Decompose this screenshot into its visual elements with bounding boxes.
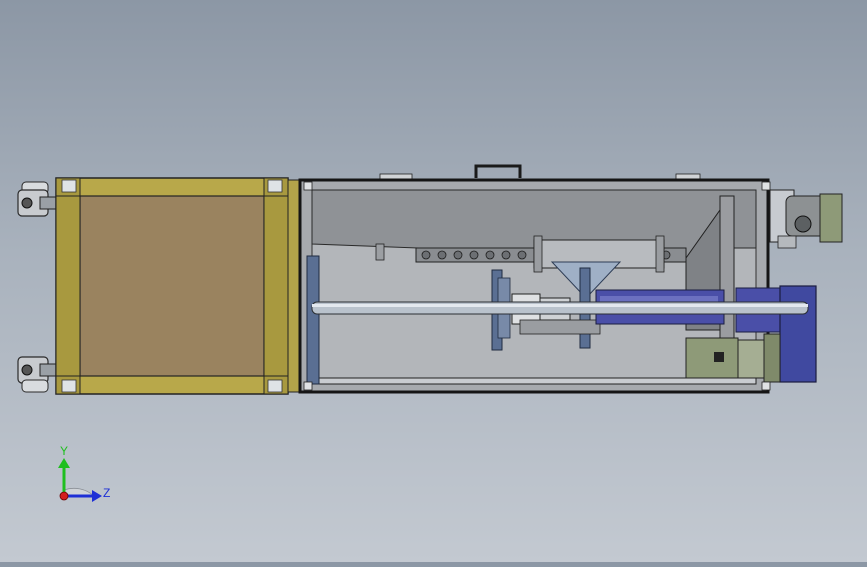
x-axis-point	[59, 491, 69, 501]
z-axis-label: Z	[103, 486, 110, 500]
axis-triad: Y Z	[58, 444, 110, 502]
main-shaft	[311, 301, 809, 315]
cad-viewport[interactable]: Y Z	[0, 0, 867, 562]
y-axis-label: Y	[60, 444, 68, 458]
gear-motor-top	[769, 189, 843, 249]
caster-top-left	[17, 181, 57, 217]
gear-motor-bottom	[685, 333, 781, 383]
caster-bottom-left	[17, 356, 57, 393]
hopper-frame	[55, 177, 303, 395]
